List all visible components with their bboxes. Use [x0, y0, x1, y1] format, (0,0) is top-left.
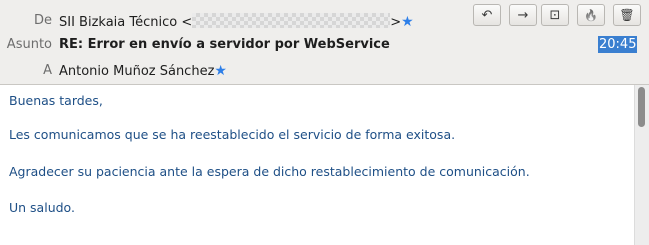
redacted-email	[192, 13, 391, 28]
archive-button[interactable]: ⊡	[541, 4, 569, 26]
scrollbar-thumb[interactable]	[638, 87, 645, 127]
archive-icon: ⊡	[549, 7, 561, 23]
reply-icon: ↶	[481, 7, 493, 23]
delete-button[interactable]: 🗑	[613, 4, 641, 26]
from-label: De	[33, 13, 52, 28]
from-name[interactable]: SII Bizkaia Técnico	[59, 15, 177, 30]
forward-button[interactable]: →	[509, 4, 537, 26]
message-time: 20:45	[598, 36, 638, 53]
star-icon[interactable]: ★	[214, 63, 227, 79]
body-closing: Un saludo.	[9, 200, 75, 215]
reply-button[interactable]: ↶	[473, 4, 501, 26]
from-field[interactable]: SII Bizkaia Técnico < >★	[59, 13, 414, 30]
from-close-bracket: >	[390, 15, 402, 30]
message-body: Buenas tardes, Les comunicamos que se ha…	[0, 85, 633, 245]
to-name[interactable]: Antonio Muñoz Sánchez	[59, 64, 214, 79]
body-line-2: Agradecer su paciencia ante la espera de…	[9, 164, 530, 179]
to-label: A	[43, 63, 52, 78]
subject-label: Asunto	[6, 37, 52, 52]
from-open-bracket: <	[181, 15, 193, 30]
body-greeting: Buenas tardes,	[9, 93, 103, 108]
subject-text: RE: Error en envío a servidor por WebSer…	[59, 37, 390, 52]
vertical-scrollbar[interactable]	[634, 85, 649, 245]
to-field[interactable]: Antonio Muñoz Sánchez★	[59, 63, 227, 79]
junk-button[interactable]: 🔥	[577, 4, 605, 26]
message-header: De SII Bizkaia Técnico < >★ Asunto RE: Er…	[0, 0, 649, 85]
fire-icon: 🔥	[584, 8, 598, 22]
trash-icon: 🗑	[619, 8, 635, 22]
body-line-1: Les comunicamos que se ha reestablecido …	[9, 127, 456, 142]
star-icon[interactable]: ★	[401, 14, 414, 30]
forward-icon: →	[517, 7, 529, 23]
